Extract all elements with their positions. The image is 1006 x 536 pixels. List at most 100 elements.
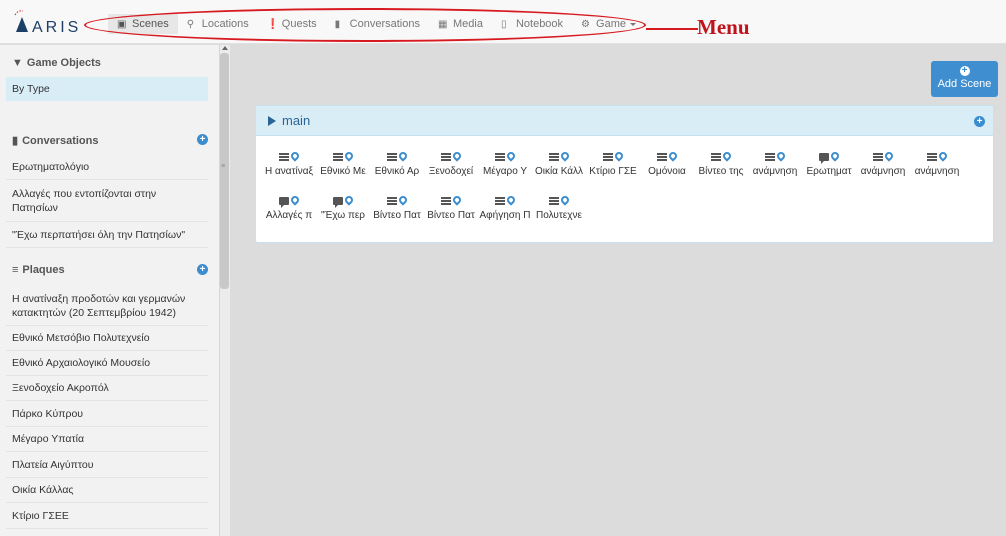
conversations-heading: ▮ Conversations + [12, 134, 208, 147]
plaque-label: Κτίριο ΓΣΕΕ [12, 509, 69, 522]
tile-icons [640, 151, 694, 163]
list-icon [387, 153, 397, 161]
plaque-item[interactable]: Η ανατίναξη προδοτών και γερμανών κατακτ… [6, 286, 208, 326]
scene-object-label: Κτίριο ΓΣΕ [589, 166, 637, 177]
add-to-scene-icon[interactable]: + [974, 116, 985, 127]
tile-icons [316, 195, 370, 208]
scene-object-tile[interactable]: Η ανατίναξ [262, 151, 316, 195]
scene-object-tile[interactable]: Αλλαγές π [262, 195, 316, 239]
map-marker-icon [939, 152, 947, 162]
tile-icons [316, 151, 370, 163]
scene-object-tile[interactable]: ανάμνηση [910, 151, 964, 195]
play-icon [268, 115, 276, 126]
plaques-heading: ≡ Plaques + [12, 264, 208, 276]
scene-object-label: Αλλαγές π [265, 210, 313, 221]
conversation-item[interactable]: Αλλαγές που εντοπίζονται στην Πατησίων [6, 180, 208, 222]
comment-icon [279, 197, 289, 208]
scene-object-tile[interactable]: Ερωτηματ [802, 151, 856, 195]
plaque-item[interactable]: Εθνικό Μετσόβιο Πολυτεχνείο [6, 326, 208, 351]
tile-icons [370, 195, 424, 207]
tile-icons [532, 195, 586, 207]
scene-object-tile[interactable]: ανάμνηση [748, 151, 802, 195]
list-icon [495, 153, 505, 161]
scene-object-row: Η ανατίναξ Εθνικό Με Εθνικό Αρ Ξενοδοχεί Μέγ… [262, 151, 984, 195]
scene-object-label: Εθνικό Αρ [374, 166, 420, 177]
plaque-label: Η ανατίναξη προδοτών και γερμανών κατακτ… [12, 292, 186, 319]
scene-object-label: Εθνικό Με [320, 166, 366, 177]
scene-object-tile[interactable]: Βίντεο Πατ [370, 195, 424, 239]
scene-title-text: main [282, 113, 311, 128]
scene-object-label: ανάμνηση [914, 166, 960, 177]
scene-object-tile[interactable]: Οικία Κάλλ [532, 151, 586, 195]
list-icon [603, 153, 613, 161]
map-marker-icon [399, 152, 407, 162]
game-objects-heading: ▼ Game Objects [12, 57, 208, 69]
scene-object-label: ανάμνηση [752, 166, 798, 177]
scene-object-tile[interactable]: Βίντεο Πατ [424, 195, 478, 239]
tile-icons [802, 151, 856, 164]
plaque-label: Ξενοδοχείο Ακροπόλ [12, 382, 109, 394]
plaque-label: Εθνικό Αρχαιολογικό Μουσείο [12, 357, 151, 369]
list-icon [549, 197, 559, 205]
map-marker-icon [777, 152, 785, 162]
scene-object-tile[interactable]: Εθνικό Αρ [370, 151, 424, 195]
plaque-label: Πάρκο Κύπρου [12, 407, 84, 420]
scene-object-tile[interactable]: Εθνικό Με [316, 151, 370, 195]
map-marker-icon [291, 152, 299, 162]
sidebar-scroll-thumb[interactable] [220, 53, 229, 289]
scene-object-tile[interactable]: Αφήγηση Π [478, 195, 532, 239]
scene-panel-header[interactable]: main + [256, 106, 993, 136]
scene-object-label: Ομόνοια [648, 166, 686, 177]
plaque-item[interactable]: Ξενοδοχείο Ακροπόλ [6, 376, 208, 401]
filter-icon: ▼ [12, 57, 23, 69]
resize-grip-icon[interactable]: ≡ [221, 163, 228, 170]
conversation-item[interactable]: "Έχω περπατήσει όλη την Πατησίων" [6, 222, 208, 248]
list-icon [657, 153, 667, 161]
scene-object-row: Αλλαγές π "Έχω περ Βίντεο Πατ Βίντεο Πατ Αφή… [262, 195, 984, 239]
list-icon [549, 153, 559, 161]
add-conversation-icon[interactable]: + [197, 134, 208, 145]
scene-object-label: Αφήγηση Π [479, 210, 531, 221]
list-icon [279, 153, 289, 161]
tile-icons [262, 195, 316, 208]
plaque-item[interactable]: Εθνικό Αρχαιολογικό Μουσείο [6, 351, 208, 376]
map-marker-icon [453, 196, 461, 206]
tile-icons [910, 151, 964, 163]
add-plaque-icon[interactable]: + [197, 264, 208, 275]
menu-annotation-line [646, 28, 698, 30]
scene-object-tile[interactable]: ανάμνηση [856, 151, 910, 195]
map-marker-icon [507, 196, 515, 206]
scene-object-tile[interactable]: Κτίριο ΓΣΕ [586, 151, 640, 195]
menu-annotation-label: Menu [697, 15, 750, 39]
plaques-title: Plaques [22, 264, 65, 276]
list-icon [333, 153, 343, 161]
scene-object-label: Η ανατίναξ [265, 166, 313, 177]
scene-object-tile[interactable]: "Έχω περ [316, 195, 370, 239]
scene-object-tile[interactable]: Βίντεο της [694, 151, 748, 195]
scene-object-label: Μέγαρο Υ [482, 166, 528, 177]
sidebar-item-by-type[interactable]: By Type [6, 77, 208, 101]
plaque-item[interactable]: Μέγαρο Υπατία [6, 427, 208, 452]
scene-object-tile[interactable]: Ξενοδοχεί [424, 151, 478, 195]
conversation-label: Αλλαγές που εντοπίζονται στην Πατησίων [12, 187, 157, 214]
map-marker-icon [885, 152, 893, 162]
scene-title[interactable]: main [268, 113, 310, 128]
plus-icon: + [959, 66, 970, 76]
scene-object-tile[interactable]: Μέγαρο Υ [478, 151, 532, 195]
map-marker-icon [669, 152, 677, 162]
scroll-up-icon[interactable] [222, 46, 228, 50]
plaque-item[interactable]: Οικία Κάλλας [6, 478, 208, 503]
add-scene-button[interactable]: + Add Scene [931, 61, 998, 97]
plaque-item[interactable]: Κτίριο ΓΣΕΕ [6, 503, 208, 529]
plaque-item[interactable]: Πλατεία Αιγύπτου [6, 452, 208, 478]
scene-object-tile[interactable]: Ομόνοια [640, 151, 694, 195]
scene-object-label: Ξενοδοχεί [428, 166, 474, 177]
scene-object-label: Οικία Κάλλ [534, 166, 584, 177]
scene-object-tile[interactable]: Πολυτεχνε [532, 195, 586, 239]
plaque-item[interactable]: Πάρκο Κύπρου [6, 401, 208, 427]
comment-icon [819, 153, 829, 164]
tile-icons [532, 151, 586, 163]
conversation-item[interactable]: Ερωτηματολόγιο [6, 154, 208, 180]
sidebar-item-label: By Type [12, 83, 50, 95]
tile-icons [478, 151, 532, 163]
